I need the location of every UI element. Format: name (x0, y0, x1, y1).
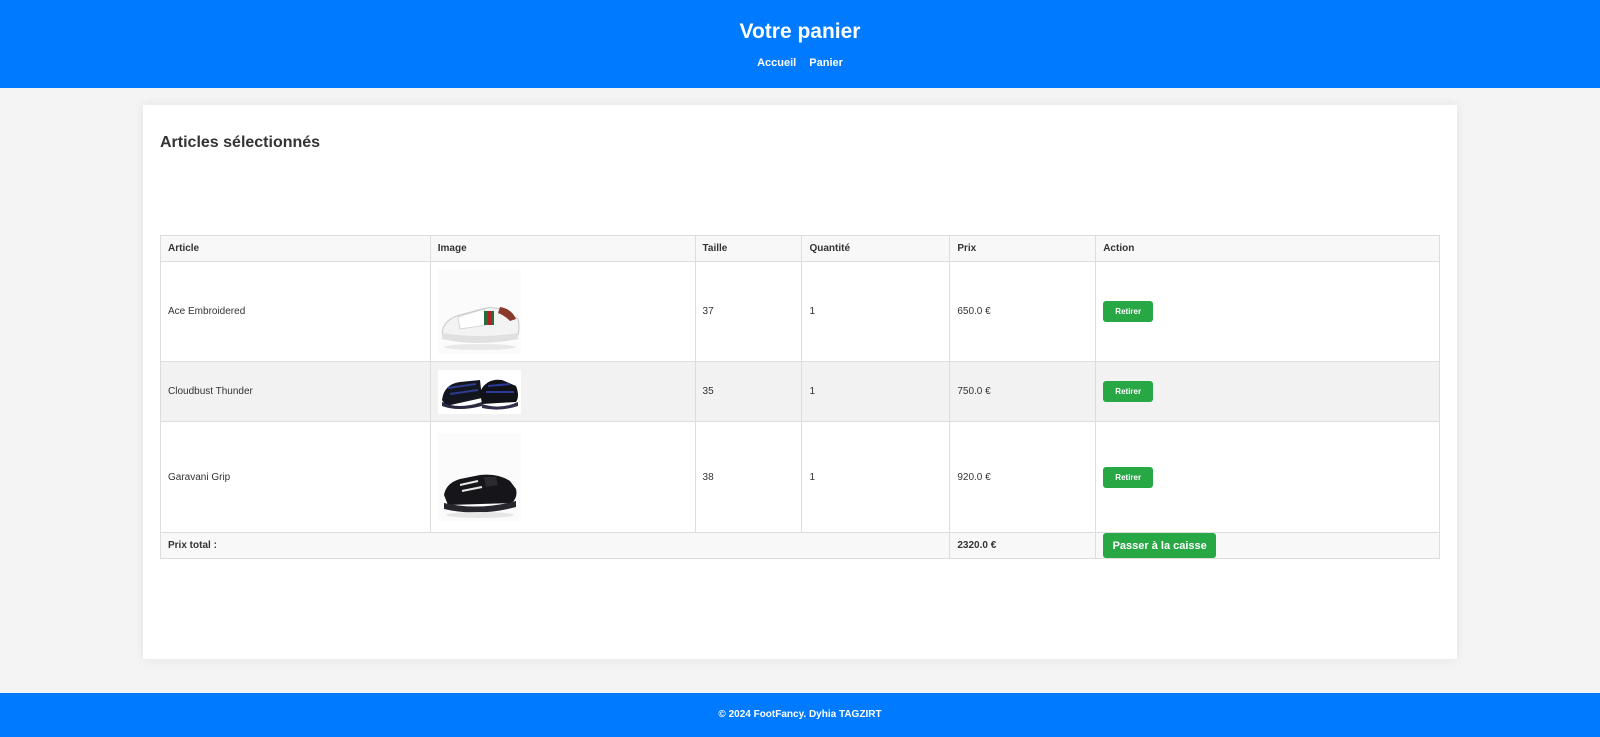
cell-article: Ace Embroidered (160, 261, 431, 362)
remove-button[interactable]: Retirer (1103, 381, 1154, 402)
cell-quantite: 1 (801, 361, 951, 422)
nav-link-panier[interactable]: Panier (809, 57, 843, 69)
remove-button[interactable]: Retirer (1103, 466, 1154, 488)
cell-taille: 35 (694, 361, 803, 422)
table-row: Cloudbust Thunder 35 1 750.0 € Retirer (160, 361, 1440, 422)
cell-prix: 920.0 € (949, 421, 1097, 533)
cell-action: Retirer (1095, 261, 1440, 362)
header-action: Action (1095, 235, 1440, 262)
cell-image (429, 361, 696, 422)
table-row: Garavani Grip 38 1 920.0 € Retirer (160, 421, 1440, 533)
cell-checkout: Passer à la caisse (1095, 532, 1440, 559)
cart-table: Article Image Taille Quantité Prix Actio… (159, 235, 1440, 559)
table-row: Ace Embroidered 37 1 650.0 € Retirer (160, 261, 1440, 362)
footer-text: © 2024 FootFancy. Dyhia TAGZIRT (718, 709, 882, 720)
cell-image (429, 421, 696, 533)
cell-prix: 750.0 € (949, 361, 1097, 422)
page-title: Votre panier (739, 20, 861, 43)
cell-quantite: 1 (801, 421, 951, 533)
cell-article: Garavani Grip (160, 421, 431, 533)
black-runner-sneaker-image (437, 369, 521, 414)
cell-image (429, 261, 696, 362)
table-header-row: Article Image Taille Quantité Prix Actio… (160, 235, 1440, 262)
page-header: Votre panier Accueil Panier (0, 0, 1600, 88)
header-taille: Taille (694, 235, 803, 262)
cell-taille: 38 (694, 421, 803, 533)
cell-prix: 650.0 € (949, 261, 1097, 362)
section-title: Articles sélectionnés (160, 134, 321, 151)
cell-action: Retirer (1095, 361, 1440, 422)
nav-link-accueil[interactable]: Accueil (757, 57, 796, 69)
total-value: 2320.0 € (949, 532, 1097, 559)
remove-button[interactable]: Retirer (1103, 301, 1154, 322)
white-sneaker-image (437, 269, 521, 354)
total-label: Prix total : (159, 532, 951, 559)
total-row: Prix total : 2320.0 € Passer à la caisse (159, 532, 1440, 559)
cell-taille: 37 (694, 261, 803, 362)
cell-article: Cloudbust Thunder (160, 361, 431, 422)
header-image: Image (429, 235, 696, 262)
page-footer: © 2024 FootFancy. Dyhia TAGZIRT (0, 693, 1600, 737)
header-quantite: Quantité (801, 235, 951, 262)
checkout-button[interactable]: Passer à la caisse (1103, 533, 1217, 558)
header-article: Article (160, 235, 431, 262)
cart-container: Articles sélectionnés Article Image Tail… (143, 105, 1457, 659)
black-low-sneaker-image (437, 433, 521, 521)
cell-quantite: 1 (801, 261, 951, 362)
header-prix: Prix (949, 235, 1097, 262)
cell-action: Retirer (1095, 421, 1440, 533)
main-nav: Accueil Panier (0, 57, 1600, 69)
